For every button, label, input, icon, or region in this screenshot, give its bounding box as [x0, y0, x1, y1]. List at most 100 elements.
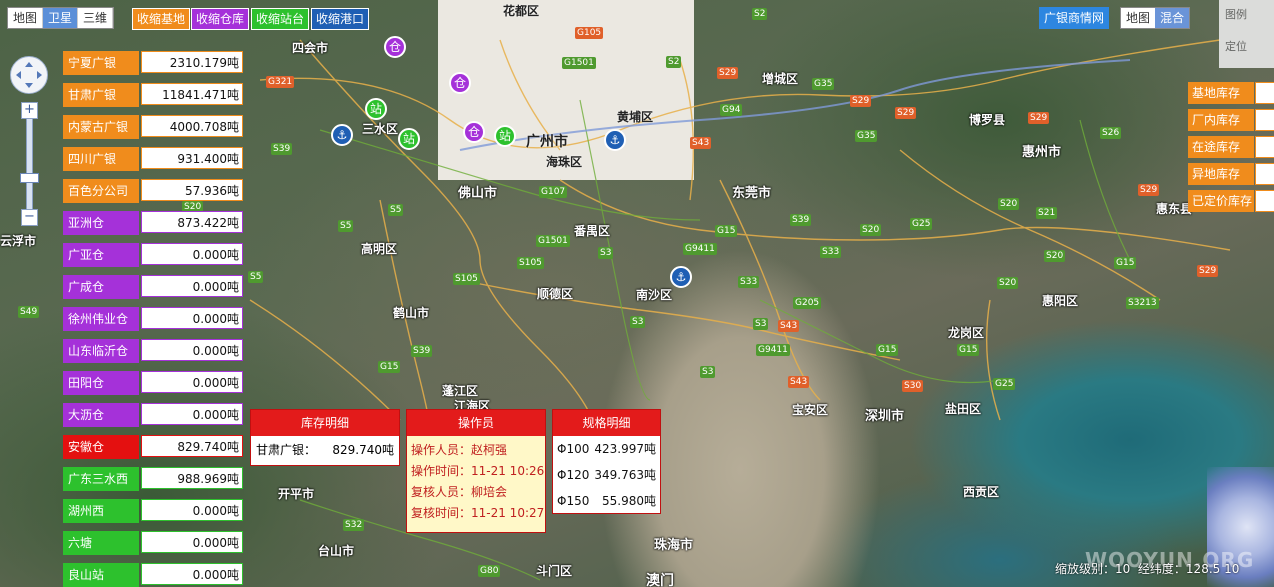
stock-type-button[interactable]: 厂内库存	[1188, 109, 1254, 131]
road-shield: S29	[850, 95, 872, 107]
road-shield: G1501	[536, 235, 570, 247]
pan-control[interactable]	[10, 56, 48, 94]
road-shield: S105	[517, 257, 544, 269]
warehouse-name[interactable]: 山东临沂仓	[63, 339, 139, 363]
stock-type-row[interactable]: 异地库存	[1188, 163, 1274, 185]
road-shield: S3	[753, 318, 769, 330]
place-huidong: 惠东县	[1156, 202, 1193, 216]
pan-right-icon[interactable]	[37, 71, 42, 79]
place-heshan: 鹤山市	[393, 306, 430, 320]
collapse-port-button[interactable]: 收缩港口	[311, 8, 370, 30]
collapse-warehouse-button[interactable]: 收缩仓库	[191, 8, 250, 30]
warehouse-row[interactable]: 山东临沂仓 0.000吨	[63, 339, 243, 363]
operator-popup: 操作员 操作人员：赵柯强 操作时间：11-21 10:26 复核人员：柳培会 复…	[406, 409, 546, 533]
map-type-switch-right: 地图 混合	[1120, 7, 1191, 29]
road-shield: G15	[1114, 257, 1137, 269]
port-anchor-icon[interactable]: ⚓	[604, 129, 626, 151]
warehouse-row[interactable]: 徐州伟业仓 0.000吨	[63, 307, 243, 331]
warehouse-name[interactable]: 良山站	[63, 563, 139, 587]
warehouse-name[interactable]: 六塘	[63, 531, 139, 555]
warehouse-row[interactable]: 安徽仓 829.740吨	[63, 435, 243, 459]
warehouse-marker[interactable]: 仓	[463, 121, 485, 143]
warehouse-stock-value: 0.000吨	[141, 371, 243, 393]
warehouse-stock-value: 0.000吨	[141, 499, 243, 521]
map-type-hybrid[interactable]: 混合	[1155, 8, 1190, 28]
stock-type-row[interactable]: 已定价库存	[1188, 190, 1274, 212]
stock-type-row[interactable]: 在途库存	[1188, 136, 1274, 158]
warehouse-name[interactable]: 百色分公司	[63, 179, 139, 203]
stock-type-row[interactable]: 厂内库存	[1188, 109, 1274, 131]
warehouse-row[interactable]: 良山站 0.000吨	[63, 563, 243, 587]
warehouse-row[interactable]: 大沥仓 0.000吨	[63, 403, 243, 427]
stock-detail-value: 829.740吨	[332, 443, 394, 457]
warehouse-name[interactable]: 广成仓	[63, 275, 139, 299]
warehouse-row[interactable]: 内蒙古广银 4000.708吨	[63, 115, 243, 139]
road-shield: S5	[388, 204, 404, 216]
pan-left-icon[interactable]	[16, 71, 21, 79]
collapse-station-button[interactable]: 收缩站台	[251, 8, 310, 30]
warehouse-name[interactable]: 宁夏广银	[63, 51, 139, 75]
operator-time-line: 操作时间：11-21 10:26	[411, 464, 545, 478]
collapse-base-button[interactable]: 收缩基地	[132, 8, 191, 30]
spec-value: 55.980吨	[602, 494, 656, 508]
gyb-news-link[interactable]: 广银商情网	[1039, 7, 1110, 29]
stock-type-button[interactable]: 异地库存	[1188, 163, 1254, 185]
stock-type-button[interactable]: 已定价库存	[1188, 190, 1254, 212]
warehouse-name[interactable]: 甘肃广银	[63, 83, 139, 107]
warehouse-name[interactable]: 大沥仓	[63, 403, 139, 427]
zoom-out-button[interactable]: −	[21, 209, 38, 226]
warehouse-row[interactable]: 田阳仓 0.000吨	[63, 371, 243, 395]
map-type-map[interactable]: 地图	[1121, 8, 1155, 28]
warehouse-marker[interactable]: 仓	[384, 36, 406, 58]
warehouse-name[interactable]: 湖州西	[63, 499, 139, 523]
station-marker[interactable]: 站	[494, 125, 516, 147]
warehouse-name[interactable]: 广东三水西	[63, 467, 139, 491]
warehouse-name[interactable]: 亚洲仓	[63, 211, 139, 235]
warehouse-row[interactable]: 六塘 0.000吨	[63, 531, 243, 555]
stock-detail-name: 甘肃广银：	[256, 443, 317, 457]
zoom-in-button[interactable]: +	[21, 102, 38, 119]
popup-title: 库存明细	[251, 410, 399, 436]
warehouse-stock-value: 0.000吨	[141, 243, 243, 265]
locate-tool[interactable]: 定位	[1219, 32, 1274, 64]
popup-title: 操作员	[407, 410, 545, 436]
legend-tool[interactable]: 图例	[1219, 0, 1274, 32]
pan-down-icon[interactable]	[25, 83, 33, 88]
warehouse-name[interactable]: 内蒙古广银	[63, 115, 139, 139]
zoom-slider-track[interactable]	[26, 118, 33, 212]
stock-type-row[interactable]: 基地库存	[1188, 82, 1274, 104]
road-shield: S39	[790, 214, 812, 226]
port-anchor-icon[interactable]: ⚓	[331, 124, 353, 146]
place-kaiping: 开平市	[278, 487, 315, 501]
warehouse-marker[interactable]: 仓	[449, 72, 471, 94]
warehouse-row[interactable]: 广东三水西 988.969吨	[63, 467, 243, 491]
map-type-satellite[interactable]: 卫星	[43, 8, 79, 28]
station-marker[interactable]: 站	[365, 98, 387, 120]
warehouse-name[interactable]: 田阳仓	[63, 371, 139, 395]
warehouse-row[interactable]: 湖州西 0.000吨	[63, 499, 243, 523]
warehouse-row[interactable]: 百色分公司 57.936吨	[63, 179, 243, 203]
warehouse-row[interactable]: 宁夏广银 2310.179吨	[63, 51, 243, 75]
warehouse-row[interactable]: 四川广银 931.400吨	[63, 147, 243, 171]
road-shield: G1501	[562, 57, 596, 69]
warehouse-name[interactable]: 徐州伟业仓	[63, 307, 139, 331]
port-anchor-icon[interactable]: ⚓	[670, 266, 692, 288]
zoom-level-text: 缩放级别：10	[1055, 562, 1131, 576]
warehouse-row[interactable]: 甘肃广银 11841.471吨	[63, 83, 243, 107]
road-shield: S29	[1138, 184, 1160, 196]
road-shield: S33	[820, 246, 842, 258]
warehouse-name[interactable]: 四川广银	[63, 147, 139, 171]
warehouse-row[interactable]: 广亚仓 0.000吨	[63, 243, 243, 267]
road-shield: S43	[690, 137, 712, 149]
stock-type-button[interactable]: 基地库存	[1188, 82, 1254, 104]
stock-type-button[interactable]: 在途库存	[1188, 136, 1254, 158]
warehouse-name[interactable]: 安徽仓	[63, 435, 139, 459]
warehouse-row[interactable]: 亚洲仓 873.422吨	[63, 211, 243, 235]
map-type-map[interactable]: 地图	[8, 8, 44, 28]
pan-up-icon[interactable]	[25, 62, 33, 67]
warehouse-row[interactable]: 广成仓 0.000吨	[63, 275, 243, 299]
map-type-3d[interactable]: 三维	[78, 8, 114, 28]
station-marker[interactable]: 站	[398, 128, 420, 150]
zoom-slider-thumb[interactable]	[20, 173, 39, 183]
warehouse-name[interactable]: 广亚仓	[63, 243, 139, 267]
